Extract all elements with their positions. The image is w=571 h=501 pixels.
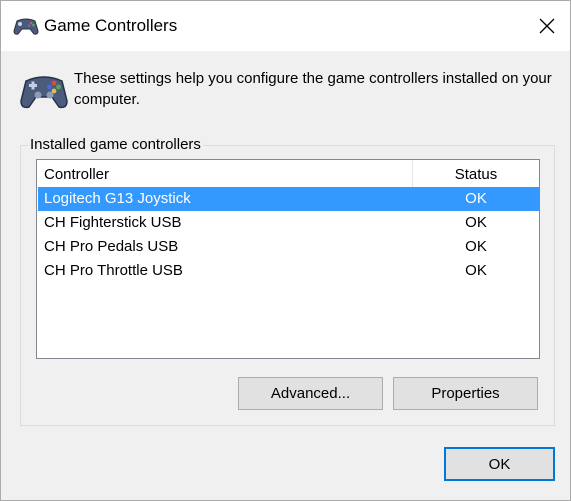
- controllers-list[interactable]: Controller Status Logitech G13 Joystick …: [36, 159, 540, 359]
- ok-button[interactable]: OK: [444, 447, 555, 481]
- game-controllers-dialog: Game Controllers These settings help you…: [0, 0, 571, 501]
- controller-name: CH Fighterstick USB: [44, 214, 182, 231]
- controller-name: CH Pro Throttle USB: [44, 262, 183, 279]
- close-icon: [539, 18, 555, 34]
- list-item[interactable]: CH Pro Pedals USB OK: [38, 235, 539, 259]
- list-item[interactable]: CH Pro Throttle USB OK: [38, 259, 539, 283]
- controller-status: OK: [465, 190, 487, 207]
- controller-status: OK: [465, 214, 487, 231]
- gamepad-icon: [13, 15, 39, 37]
- controller-name: CH Pro Pedals USB: [44, 238, 179, 255]
- title-bar[interactable]: Game Controllers: [1, 1, 570, 51]
- controller-status: OK: [465, 238, 487, 255]
- description-text: These settings help you configure the ga…: [74, 70, 552, 108]
- group-label: Installed game controllers: [28, 136, 203, 153]
- column-header-controller[interactable]: Controller: [37, 160, 413, 187]
- list-item[interactable]: CH Fighterstick USB OK: [38, 211, 539, 235]
- close-button[interactable]: [524, 1, 570, 51]
- gamepad-icon: [19, 69, 69, 113]
- list-header: Controller Status: [37, 160, 539, 187]
- properties-button[interactable]: Properties: [393, 377, 538, 410]
- controller-name: Logitech G13 Joystick: [44, 190, 191, 207]
- window-title: Game Controllers: [44, 16, 178, 35]
- list-item[interactable]: Logitech G13 Joystick OK: [38, 187, 539, 211]
- column-header-status[interactable]: Status: [413, 160, 539, 187]
- advanced-button[interactable]: Advanced...: [238, 377, 383, 410]
- controller-status: OK: [465, 262, 487, 279]
